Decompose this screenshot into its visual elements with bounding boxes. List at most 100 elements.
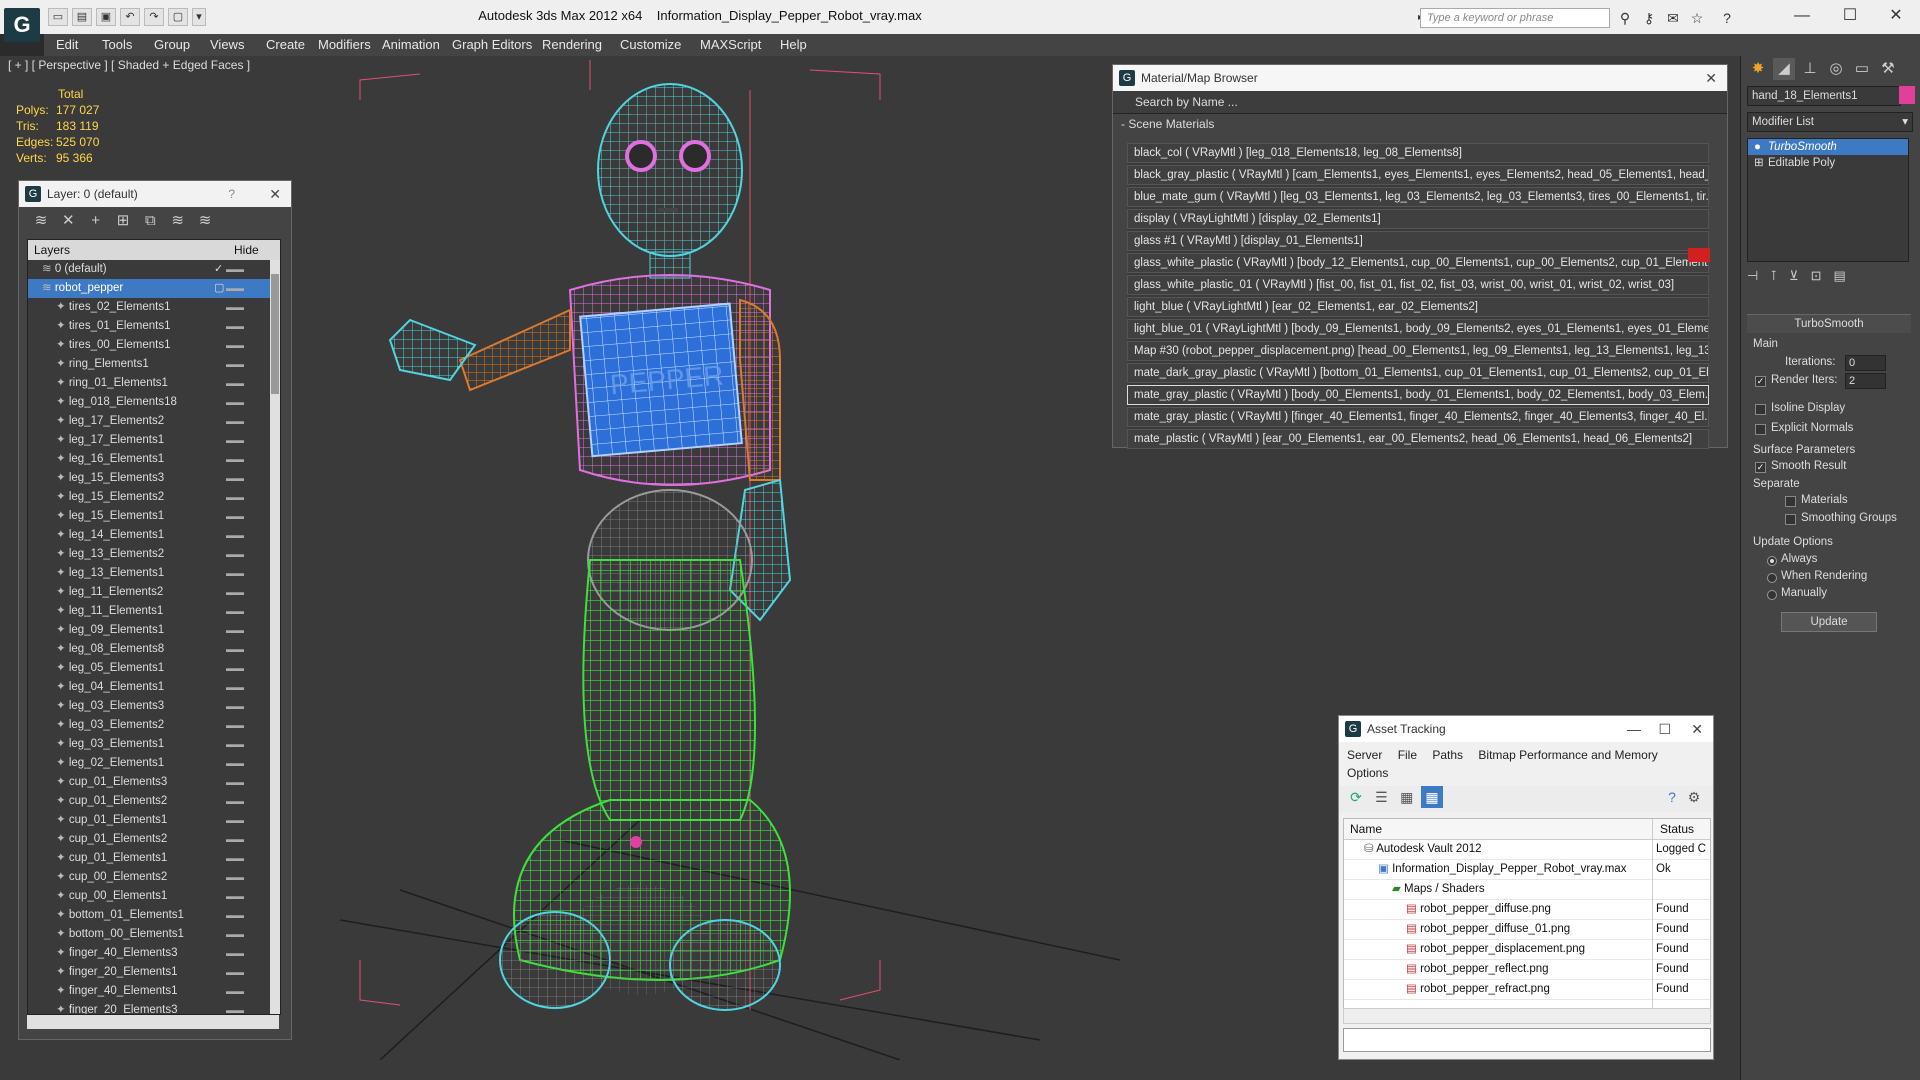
layer-row[interactable]: ✦ leg_018_Elements18 ▬▬ bbox=[28, 393, 280, 412]
asset-row[interactable]: ▤ robot_pepper_diffuse_01.png Found bbox=[1344, 920, 1710, 940]
layer-row[interactable]: ✦ cup_01_Elements3 ▬▬ bbox=[28, 773, 280, 792]
material-row[interactable]: mate_gray_plastic ( VRayMtl ) [finger_40… bbox=[1127, 407, 1709, 427]
hide-toggle-icon[interactable]: ▬▬ bbox=[226, 488, 244, 507]
robot-left-hand[interactable] bbox=[388, 318, 477, 382]
render-iters-checkbox[interactable]: ✓ bbox=[1755, 376, 1766, 387]
hide-toggle-icon[interactable]: ▬▬ bbox=[226, 355, 244, 374]
material-row[interactable]: black_col ( VRayMtl ) [leg_018_Elements1… bbox=[1127, 143, 1709, 163]
layer-panel-title-bar[interactable]: G Layer: 0 (default) ? ✕ bbox=[19, 181, 291, 207]
asset-row[interactable]: ▤ robot_pepper_reflect.png Found bbox=[1344, 960, 1710, 980]
menu-modifiers[interactable]: Modifiers bbox=[318, 37, 371, 52]
menu-create[interactable]: Create bbox=[266, 37, 305, 52]
layer-row[interactable]: ✦ tires_02_Elements1 ▬▬ bbox=[28, 298, 280, 317]
hide-toggle-icon[interactable]: ▬▬ bbox=[226, 811, 244, 830]
materials-checkbox[interactable] bbox=[1785, 496, 1796, 507]
asset-column-separator[interactable] bbox=[1652, 819, 1653, 1009]
highlight-layer-icon[interactable]: ⧉ bbox=[138, 210, 162, 232]
hide-toggle-icon[interactable]: ▬▬ bbox=[226, 887, 244, 906]
hide-toggle-icon[interactable]: ▬▬ bbox=[226, 963, 244, 982]
material-row[interactable]: light_blue_01 ( VRayLightMtl ) [body_09_… bbox=[1127, 319, 1709, 339]
turbosmooth-rollout-title[interactable]: TurboSmooth bbox=[1747, 314, 1911, 333]
render-iters-spinner[interactable]: 2 bbox=[1845, 373, 1886, 389]
scene-materials-header[interactable]: - Scene Materials bbox=[1113, 114, 1727, 134]
layer-row[interactable]: ✦ leg_15_Elements3 ▬▬ bbox=[28, 469, 280, 488]
hide-toggle-icon[interactable]: ▬▬ bbox=[226, 849, 244, 868]
hide-toggle-icon[interactable]: ▬▬ bbox=[226, 678, 244, 697]
layer-panel-close-icon[interactable]: ✕ bbox=[269, 181, 281, 207]
layer-row[interactable]: ✦ finger_40_Elements3 ▬▬ bbox=[28, 944, 280, 963]
hide-toggle-icon[interactable]: ▬▬ bbox=[226, 545, 244, 564]
menu-graph-editors[interactable]: Graph Editors bbox=[452, 37, 532, 52]
layer-row[interactable]: ✦ leg_14_Elements1 ▬▬ bbox=[28, 526, 280, 545]
hide-toggle-icon[interactable]: ▬▬ bbox=[226, 735, 244, 754]
material-row[interactable]: display ( VRayLightMtl ) [display_02_Ele… bbox=[1127, 209, 1709, 229]
material-row[interactable]: glass_white_plastic_01 ( VRayMtl ) [fist… bbox=[1127, 275, 1709, 295]
hide-toggle-icon[interactable]: ▬▬ bbox=[226, 868, 244, 887]
layer-row[interactable]: ✦ leg_03_Elements3 ▬▬ bbox=[28, 697, 280, 716]
hide-toggle-icon[interactable]: ▬▬ bbox=[226, 659, 244, 678]
communication-icon[interactable]: ✉ bbox=[1662, 8, 1684, 28]
isoline-checkbox[interactable] bbox=[1755, 404, 1766, 415]
menu-rendering[interactable]: Rendering bbox=[542, 37, 602, 52]
keyword-search-input[interactable]: Type a keyword or phrase bbox=[1420, 8, 1610, 28]
create-tab-icon[interactable]: ✸ bbox=[1747, 58, 1769, 80]
asset-menu-options[interactable]: Options bbox=[1347, 766, 1388, 780]
menu-maxscript[interactable]: MAXScript bbox=[700, 37, 761, 52]
asset-close-icon[interactable]: ✕ bbox=[1691, 716, 1703, 742]
hierarchy-tab-icon[interactable]: ⊥ bbox=[1799, 58, 1821, 80]
show-end-result-icon[interactable]: ⊺ bbox=[1770, 268, 1789, 283]
hide-toggle-icon[interactable]: ▬▬ bbox=[226, 716, 244, 735]
configure-sets-icon[interactable]: ▤ bbox=[1834, 268, 1858, 283]
layer-row[interactable]: ✦ finger_20_Elements3 ▬▬ bbox=[28, 1001, 280, 1014]
asset-row[interactable]: ▤ robot_pepper_diffuse.png Found bbox=[1344, 900, 1710, 920]
material-row[interactable]: glass_white_plastic ( VRayMtl ) [body_12… bbox=[1127, 253, 1709, 273]
col-hide[interactable]: Hide bbox=[234, 240, 259, 260]
hide-toggle-icon[interactable]: ▬▬ bbox=[226, 412, 244, 431]
motion-tab-icon[interactable]: ◎ bbox=[1825, 58, 1847, 80]
layer-row[interactable]: ✦ cup_00_Elements1 ▬▬ bbox=[28, 887, 280, 906]
menu-help[interactable]: Help bbox=[780, 37, 807, 52]
hide-toggle-icon[interactable]: ▬▬ bbox=[226, 526, 244, 545]
layer-row[interactable]: ✦ cup_01_Elements1 ▬▬ bbox=[28, 849, 280, 868]
asset-col-name[interactable]: Name bbox=[1344, 822, 1382, 836]
hide-toggle-icon[interactable]: ▬▬ bbox=[226, 1001, 244, 1014]
explicit-normals-checkbox[interactable] bbox=[1755, 424, 1766, 435]
hide-toggle-icon[interactable]: ▬▬ bbox=[226, 336, 244, 355]
layer-row[interactable]: ✦ ring_01_Elements1 ▬▬ bbox=[28, 374, 280, 393]
asset-menu-paths[interactable]: Paths bbox=[1432, 748, 1463, 762]
layer-row[interactable]: ✦ finger_20_Elements1 ▬▬ bbox=[28, 963, 280, 982]
object-color-swatch[interactable] bbox=[1899, 86, 1915, 104]
robot-left-arm[interactable] bbox=[458, 308, 571, 392]
layer-row[interactable]: ✦ leg_05_Elements1 ▬▬ bbox=[28, 659, 280, 678]
material-browser-title-bar[interactable]: G Material/Map Browser ✕ bbox=[1113, 65, 1727, 91]
asset-menu-file[interactable]: File bbox=[1398, 748, 1417, 762]
hide-toggle-icon[interactable]: ▬▬ bbox=[226, 792, 244, 811]
hide-toggle-icon[interactable]: ▬▬ bbox=[226, 450, 244, 469]
smoothing-groups-checkbox[interactable] bbox=[1785, 514, 1796, 525]
layer-row[interactable]: ✦ leg_17_Elements1 ▬▬ bbox=[28, 431, 280, 450]
layer-row[interactable]: ✦ bottom_01_Elements1 ▬▬ bbox=[28, 906, 280, 925]
freeze-all-icon[interactable]: ≋ bbox=[193, 210, 217, 232]
hide-toggle-icon[interactable]: ▬▬ bbox=[226, 925, 244, 944]
layer-row[interactable]: ✦ leg_02_Elements1 ▬▬ bbox=[28, 754, 280, 773]
current-layer-check-icon[interactable]: ✓ bbox=[214, 260, 223, 279]
layer-row[interactable]: ✦ cup_01_Elements2 ▬▬ bbox=[28, 792, 280, 811]
layer-row[interactable]: ✦ cup_00_Elements2 ▬▬ bbox=[28, 868, 280, 887]
material-row[interactable]: mate_plastic ( VRayMtl ) [ear_00_Element… bbox=[1127, 429, 1709, 449]
material-row[interactable]: mate_dark_gray_plastic ( VRayMtl ) [bott… bbox=[1127, 363, 1709, 383]
display-tab-icon[interactable]: ▭ bbox=[1851, 58, 1873, 80]
table-view-icon[interactable]: ▦ bbox=[1421, 786, 1444, 808]
utilities-tab-icon[interactable]: ⚒ bbox=[1877, 58, 1899, 80]
material-row[interactable]: glass #1 ( VRayMtl ) [display_01_Element… bbox=[1127, 231, 1709, 251]
asset-tracking-title-bar[interactable]: G Asset Tracking — ☐ ✕ bbox=[1339, 716, 1713, 742]
asset-menu-server[interactable]: Server bbox=[1347, 748, 1382, 762]
layer-scroll-thumb[interactable] bbox=[271, 274, 279, 394]
layer-row-default[interactable]: ≋ 0 (default) ✓ ▬▬ bbox=[28, 260, 280, 279]
asset-settings-icon[interactable]: ⚙ bbox=[1683, 786, 1705, 808]
layer-row[interactable]: ✦ leg_11_Elements1 ▬▬ bbox=[28, 602, 280, 621]
layer-row[interactable]: ✦ leg_15_Elements1 ▬▬ bbox=[28, 507, 280, 526]
stack-item-editable-poly[interactable]: ⊞ Editable Poly bbox=[1748, 155, 1908, 171]
layer-panel-help[interactable]: ? bbox=[228, 181, 235, 207]
layer-row[interactable]: ✦ leg_13_Elements1 ▬▬ bbox=[28, 564, 280, 583]
modify-tab-icon[interactable]: ◢ bbox=[1773, 58, 1795, 80]
